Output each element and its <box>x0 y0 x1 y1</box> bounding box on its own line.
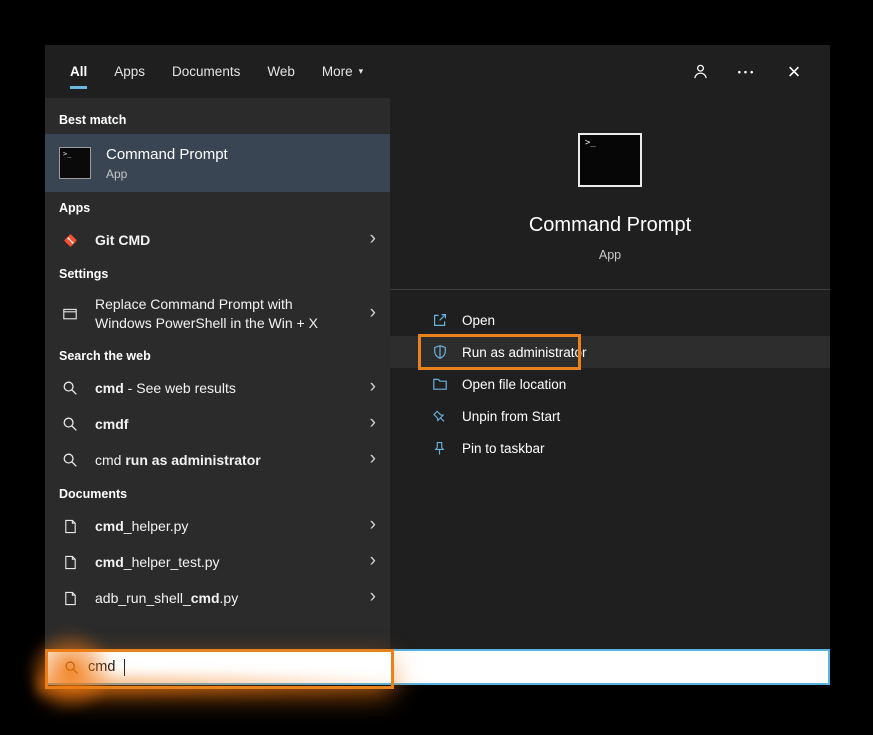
ellipsis-icon: ••• <box>738 67 756 77</box>
chevron-right-icon[interactable]: › <box>370 449 380 471</box>
chevron-right-icon[interactable]: › <box>370 413 380 435</box>
console-window-icon <box>59 306 81 322</box>
action-pin-to-taskbar[interactable]: Pin to taskbar <box>390 432 830 464</box>
result-label: cmd - See web results <box>95 379 356 397</box>
search-input[interactable]: cmd <box>88 659 115 675</box>
result-label: cmd_helper_test.py <box>95 553 356 571</box>
best-match-subtitle: App <box>106 167 228 181</box>
search-tab-bar: All Apps Documents Web More ▾ <box>45 45 830 98</box>
tab-documents[interactable]: Documents <box>172 45 240 98</box>
account-button[interactable] <box>690 62 710 82</box>
action-label: Open file location <box>462 377 566 392</box>
terminal-prompt-glyph: >_ <box>63 150 71 158</box>
tab-all[interactable]: All <box>70 45 87 98</box>
command-prompt-icon: >_ <box>59 147 91 179</box>
search-icon <box>59 380 81 396</box>
chevron-right-icon[interactable]: › <box>370 587 380 609</box>
tab-more[interactable]: More ▾ <box>322 45 363 98</box>
section-header-best-match: Best match <box>45 104 390 134</box>
folder-icon <box>432 376 449 392</box>
best-match-command-prompt[interactable]: >_ Command Prompt App <box>45 134 390 192</box>
preview-actions: Open Run as administrator <box>390 304 830 464</box>
best-match-text: Command Prompt App <box>106 146 228 181</box>
terminal-prompt-glyph: >_ <box>585 138 596 148</box>
result-label: Git CMD <box>95 231 356 249</box>
action-open-file-location[interactable]: Open file location <box>390 368 830 400</box>
tab-web[interactable]: Web <box>267 45 295 98</box>
search-bar[interactable]: cmd <box>45 649 830 685</box>
preview-app-title: Command Prompt <box>529 214 691 237</box>
results-panel: Best match >_ Command Prompt App Apps <box>45 98 390 649</box>
chevron-right-icon[interactable]: › <box>370 551 380 573</box>
document-icon <box>59 591 81 606</box>
result-label: cmd run as administrator <box>95 451 356 469</box>
action-open[interactable]: Open <box>390 304 830 336</box>
tab-bar-actions: ••• × <box>690 62 804 82</box>
result-replace-command-prompt[interactable]: Replace Command Prompt with Windows Powe… <box>45 288 390 340</box>
command-prompt-icon-large: >_ <box>578 133 642 187</box>
text-caret <box>124 659 125 676</box>
chevron-right-icon[interactable]: › <box>370 229 380 251</box>
git-icon <box>59 232 81 249</box>
preview-header: >_ Command Prompt App <box>390 133 830 262</box>
search-icon <box>64 660 79 675</box>
close-icon: × <box>788 61 801 83</box>
search-content: Best match >_ Command Prompt App Apps <box>45 98 830 649</box>
result-doc-cmd-helper-test[interactable]: cmd_helper_test.py › <box>45 544 390 580</box>
annotation-glow <box>37 671 427 699</box>
section-header-apps: Apps <box>45 192 390 222</box>
action-label: Open <box>462 313 495 328</box>
section-header-documents: Documents <box>45 478 390 508</box>
section-header-search-web: Search the web <box>45 340 390 370</box>
shield-icon <box>432 344 449 360</box>
start-search-flyout: All Apps Documents Web More ▾ <box>45 45 830 685</box>
chevron-right-icon[interactable]: › <box>370 515 380 537</box>
action-label: Unpin from Start <box>462 409 560 424</box>
document-icon <box>59 519 81 534</box>
action-unpin-from-start[interactable]: Unpin from Start <box>390 400 830 432</box>
chevron-right-icon[interactable]: › <box>370 377 380 399</box>
preview-app-subtitle: App <box>599 248 621 262</box>
result-web-cmd[interactable]: cmd - See web results › <box>45 370 390 406</box>
preview-divider <box>390 289 830 290</box>
result-git-cmd[interactable]: Git CMD › <box>45 222 390 258</box>
result-web-cmdf[interactable]: cmdf › <box>45 406 390 442</box>
options-button[interactable]: ••• <box>737 62 757 82</box>
result-web-cmd-run-as-admin[interactable]: cmd run as administrator › <box>45 442 390 478</box>
search-icon <box>59 416 81 432</box>
document-icon <box>59 555 81 570</box>
person-icon <box>692 63 709 80</box>
result-label: Replace Command Prompt with Windows Powe… <box>95 295 356 333</box>
tab-more-label: More <box>322 64 353 79</box>
best-match-title: Command Prompt <box>106 146 228 163</box>
action-label: Run as administrator <box>462 345 587 360</box>
desktop-background: All Apps Documents Web More ▾ <box>0 0 873 735</box>
action-label: Pin to taskbar <box>462 441 545 456</box>
action-run-as-administrator[interactable]: Run as administrator <box>390 336 830 368</box>
result-label: cmdf <box>95 415 356 433</box>
search-icon <box>59 452 81 468</box>
open-icon <box>432 312 449 328</box>
preview-panel: >_ Command Prompt App Open <box>390 98 830 649</box>
result-doc-cmd-helper[interactable]: cmd_helper.py › <box>45 508 390 544</box>
result-label: cmd_helper.py <box>95 517 356 535</box>
tab-apps[interactable]: Apps <box>114 45 145 98</box>
result-doc-adb-run-shell-cmd[interactable]: adb_run_shell_cmd.py › <box>45 580 390 616</box>
chevron-right-icon[interactable]: › <box>370 303 380 325</box>
close-button[interactable]: × <box>784 62 804 82</box>
unpin-icon <box>429 405 452 428</box>
chevron-down-icon: ▾ <box>359 66 364 77</box>
pin-icon <box>432 441 449 456</box>
section-header-settings: Settings <box>45 258 390 288</box>
result-label: adb_run_shell_cmd.py <box>95 589 356 607</box>
